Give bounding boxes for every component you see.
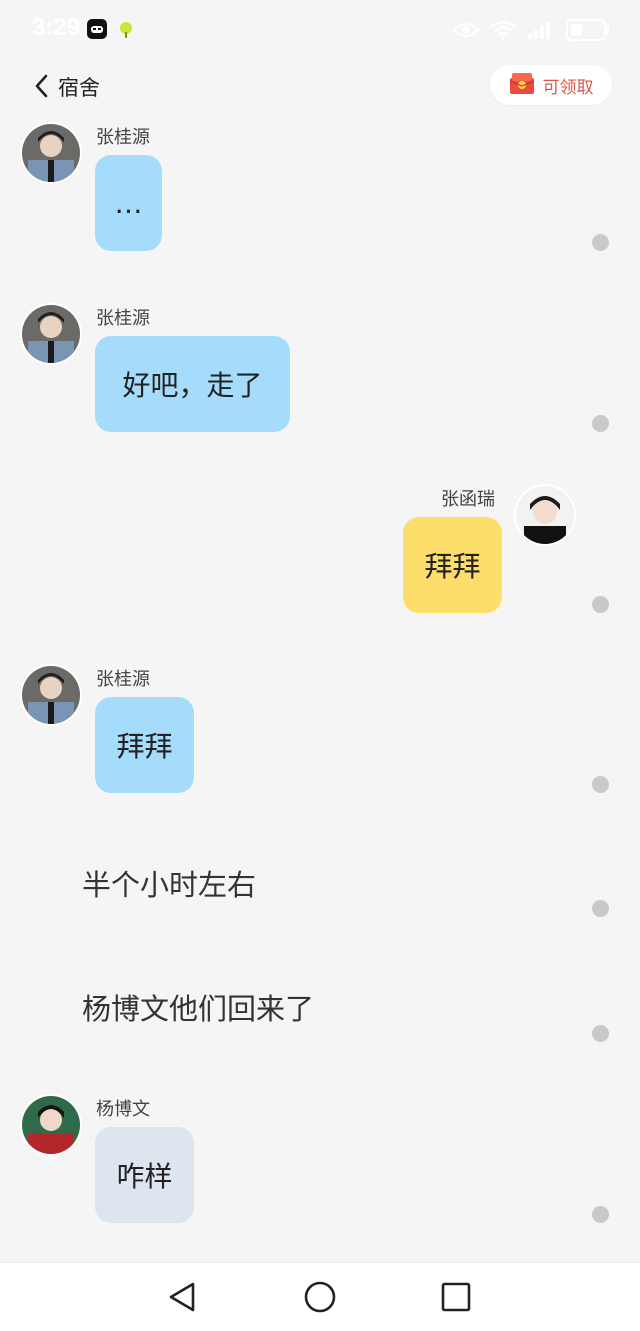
lime-app-icon xyxy=(116,19,136,39)
avatar[interactable] xyxy=(20,1094,82,1156)
narration-text: 半个小时左右 xyxy=(82,868,257,902)
status-bar: 3:29 xyxy=(0,0,640,60)
read-status-dot xyxy=(592,776,609,793)
app-icon xyxy=(87,19,107,39)
home-circle-icon[interactable] xyxy=(303,1280,337,1314)
sender-name: 张桂源 xyxy=(96,127,150,148)
eye-icon xyxy=(452,23,480,37)
avatar[interactable] xyxy=(20,664,82,726)
avatar[interactable] xyxy=(514,484,576,546)
avatar[interactable] xyxy=(20,303,82,365)
message-bubble[interactable]: 拜拜 xyxy=(95,697,194,793)
claim-reward-button[interactable]: 可领取 xyxy=(490,65,612,105)
red-packet-icon xyxy=(509,71,535,99)
signal-icon xyxy=(528,22,550,39)
read-status-dot xyxy=(592,415,609,432)
avatar[interactable] xyxy=(20,122,82,184)
sender-name: 张函瑞 xyxy=(441,489,495,510)
wifi-icon xyxy=(490,20,516,40)
sender-name: 张桂源 xyxy=(96,308,150,329)
battery-icon xyxy=(566,19,609,41)
message-bubble[interactable]: … xyxy=(95,155,162,251)
chat-header: 宿舍 可领取 xyxy=(0,62,640,110)
read-status-dot xyxy=(592,1025,609,1042)
claim-label: 可领取 xyxy=(542,77,594,98)
chat-title: 宿舍 xyxy=(58,76,100,100)
read-status-dot xyxy=(592,1206,609,1223)
narration-text: 杨博文他们回来了 xyxy=(82,992,315,1026)
status-time: 3:29 xyxy=(32,14,81,41)
message-bubble[interactable]: 咋样 xyxy=(95,1127,194,1223)
read-status-dot xyxy=(592,596,609,613)
message-bubble[interactable]: 拜拜 xyxy=(403,517,502,613)
sender-name: 张桂源 xyxy=(96,669,150,690)
recents-square-icon[interactable] xyxy=(439,1280,473,1314)
read-status-dot xyxy=(592,234,609,251)
read-status-dot xyxy=(592,900,609,917)
system-nav-bar xyxy=(0,1262,640,1331)
back-triangle-icon[interactable] xyxy=(166,1280,200,1314)
back-chevron-icon[interactable] xyxy=(32,74,52,98)
message-bubble[interactable]: 好吧，走了 xyxy=(95,336,290,432)
status-icons xyxy=(452,18,610,42)
sender-name: 杨博文 xyxy=(96,1099,150,1120)
